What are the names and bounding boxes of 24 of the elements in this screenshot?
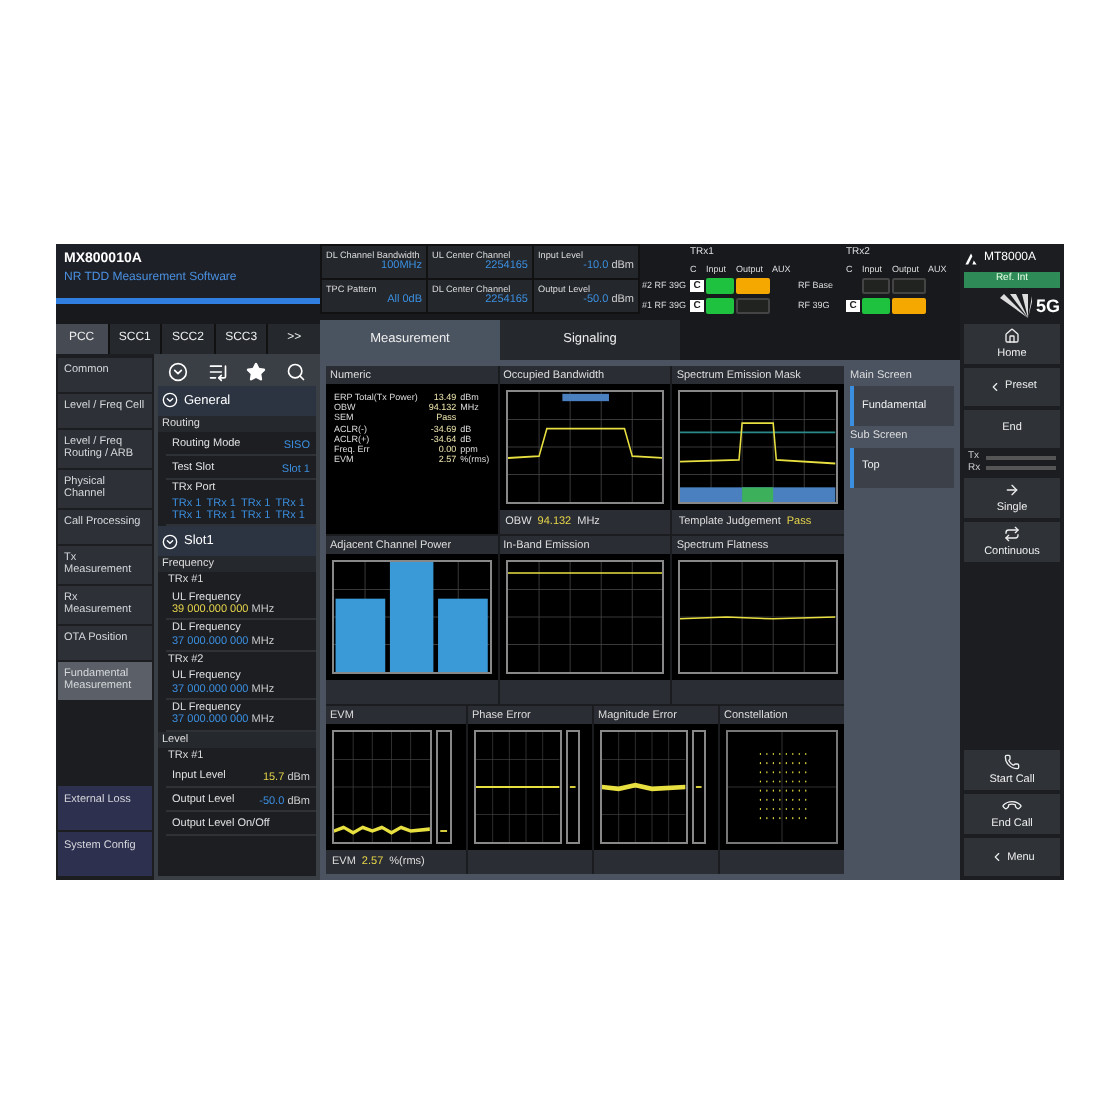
search-icon[interactable] xyxy=(286,361,307,382)
repeat-icon xyxy=(1004,526,1020,543)
histogram-bar xyxy=(691,730,706,844)
trace-plot xyxy=(332,730,432,844)
light-rays-icon xyxy=(999,293,1032,318)
logo-icon xyxy=(964,251,978,265)
indicator-lamp xyxy=(986,466,1056,471)
histogram-bar xyxy=(565,730,580,844)
constellation-plot xyxy=(726,730,838,844)
indicator-lamp xyxy=(985,455,1056,460)
chevron-down-icon xyxy=(162,533,178,550)
chevron-left-icon xyxy=(987,379,1002,394)
chevron-left-icon xyxy=(989,850,1004,864)
trace-plot xyxy=(474,730,562,844)
arrow-right-icon xyxy=(1004,482,1020,499)
chevron-down-icon xyxy=(162,392,178,409)
trace-plot xyxy=(600,730,688,844)
phone-icon xyxy=(1004,754,1020,770)
logo-text: 5G xyxy=(1035,295,1060,316)
histogram-bar xyxy=(436,730,453,844)
star-icon[interactable] xyxy=(246,361,267,382)
chevron-down-icon[interactable] xyxy=(167,361,188,382)
home-icon xyxy=(1004,327,1020,344)
list-icon[interactable] xyxy=(207,361,228,382)
